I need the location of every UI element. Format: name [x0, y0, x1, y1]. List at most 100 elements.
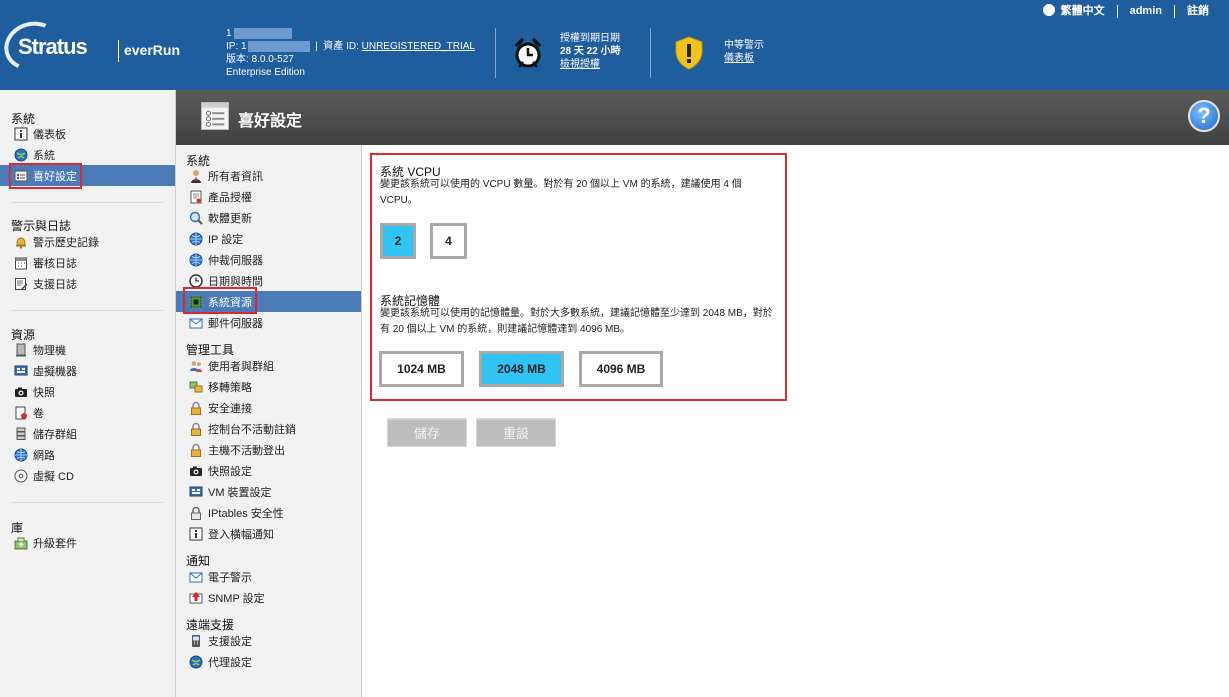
- license-title: 授權到期日期: [560, 33, 620, 44]
- page-title: 喜好設定: [238, 113, 303, 130]
- vm-icon: [14, 365, 28, 375]
- memory-option-4096[interactable]: 4096 MB: [579, 351, 663, 387]
- subnav-item-owner-info[interactable]: 所有者資訊: [176, 165, 361, 186]
- language-selector[interactable]: 繁體中文: [1042, 3, 1117, 18]
- camera-icon: [15, 387, 27, 397]
- vm-device-icon: [189, 486, 203, 496]
- subnav-item-date-time[interactable]: 日期與時間: [176, 270, 361, 291]
- sidebar-item-storage-groups[interactable]: 儲存群組: [0, 423, 175, 444]
- email-alert-icon: [189, 572, 203, 582]
- owner-icon: [191, 169, 201, 183]
- subnav-item-mail-server[interactable]: 郵件伺服器: [176, 312, 361, 333]
- log-edit-icon: [15, 277, 28, 290]
- upgrade-kit-icon: [14, 537, 28, 549]
- sidebar-item-volumes[interactable]: 卷: [0, 402, 175, 423]
- vcpu-description: 變更該系統可以使用的 VCPU 數量。對於有 20 個以上 VM 的系統，建議使…: [380, 179, 742, 206]
- subnav-item-quorum-servers[interactable]: 仲裁伺服器: [176, 249, 361, 270]
- mail-icon: [189, 318, 203, 328]
- edition-text: Enterprise Edition: [226, 67, 305, 78]
- sidebar-item-upgrade-kits[interactable]: 升級套件: [0, 532, 175, 553]
- memory-option-1024[interactable]: 1024 MB: [379, 351, 464, 387]
- alarm-clock-icon: [515, 38, 541, 68]
- clock-icon: [189, 273, 203, 288]
- license-remaining: 28 天 22 小時: [560, 46, 621, 57]
- main-sidebar: 系統 儀表板 系統 喜好設定 警示與日誌 警示歷史記錄 審核日誌 支援日誌 資源: [0, 90, 176, 697]
- subnav-item-users-groups[interactable]: 使用者與群組: [176, 355, 361, 376]
- lock-icon: [191, 443, 201, 457]
- preferences-icon: [14, 170, 28, 181]
- ip-address: IP: 1: [226, 41, 247, 52]
- vcpu-option-4[interactable]: 4: [430, 223, 467, 259]
- info-icon: [14, 127, 28, 140]
- reset-button[interactable]: 重設: [476, 418, 556, 447]
- calendar-icon: [15, 257, 27, 269]
- subnav-item-snmp-settings[interactable]: SNMP 設定: [176, 587, 361, 608]
- network-globe-icon: [14, 448, 28, 461]
- subnav-item-snapshot-settings[interactable]: 快照設定: [176, 460, 361, 481]
- memory-option-2048[interactable]: 2048 MB: [479, 351, 564, 387]
- sidebar-item-virtual-cd[interactable]: 虛擬 CD: [0, 465, 175, 486]
- app-window: Stratus everRun 1 IP: 1 | 資產 ID: UNREGIS…: [0, 0, 1229, 697]
- sidebar-item-audit-log[interactable]: 審核日誌: [0, 252, 175, 273]
- bell-icon: [16, 236, 26, 249]
- volume-icon: [15, 406, 27, 419]
- view-license-link[interactable]: 檢視授權: [560, 59, 600, 70]
- subnav-item-login-banner[interactable]: 登入橫幅通知: [176, 523, 361, 544]
- migration-icon: [189, 381, 203, 392]
- sidebar-item-physical-machines[interactable]: 物理機: [0, 339, 175, 360]
- users-icon: [190, 360, 202, 372]
- ip-globe-icon: [189, 232, 203, 245]
- vcpu-option-2[interactable]: 2: [380, 223, 416, 259]
- sidebar-item-snapshots[interactable]: 快照: [0, 381, 175, 402]
- software-update-icon: [189, 211, 203, 225]
- subnav-item-host-inactivity[interactable]: 主機不活動登出: [176, 439, 361, 460]
- subnav-item-secure-connection[interactable]: 安全連接: [176, 397, 361, 418]
- storage-icon: [16, 427, 26, 440]
- logo-brand: Stratus: [18, 34, 88, 59]
- proxy-globe-icon: [189, 655, 203, 668]
- lock-icon: [191, 401, 201, 415]
- warning-shield-icon: [675, 36, 703, 70]
- sidebar-item-alert-history[interactable]: 警示歷史記錄: [0, 231, 175, 252]
- lock-icon: [191, 422, 201, 436]
- system-resources-panel: 系統 VCPU 變更該系統可以使用的 VCPU 數量。對於有 20 個以上 VM…: [370, 153, 787, 401]
- subnav-item-migration-policy[interactable]: 移轉策略: [176, 376, 361, 397]
- quorum-globe-icon: [189, 253, 203, 266]
- subnav-item-email-alerts[interactable]: 電子警示: [176, 566, 361, 587]
- save-button[interactable]: 儲存: [387, 418, 467, 447]
- user-menu[interactable]: admin: [1116, 4, 1174, 18]
- globe-icon: [14, 148, 28, 161]
- redacted-name: [233, 27, 292, 39]
- subnav-item-proxy-settings[interactable]: 代理設定: [176, 651, 361, 672]
- subnav-item-system-resources[interactable]: 系統資源: [176, 291, 361, 312]
- logo-product: everRun: [124, 42, 181, 58]
- preferences-page-icon: [201, 102, 229, 130]
- version-text: 版本: 8.0.0-527: [226, 54, 294, 65]
- system-name: 1: [226, 28, 232, 39]
- server-icon: [16, 343, 26, 356]
- subnav-item-ip-settings[interactable]: IP 設定: [176, 228, 361, 249]
- alert-info: 中等警示 儀表板: [724, 39, 764, 65]
- subnav-item-product-license[interactable]: 產品授權: [176, 186, 361, 207]
- sidebar-item-dashboard[interactable]: 儀表板: [0, 123, 175, 144]
- subnav-item-vm-device-settings[interactable]: VM 裝置設定: [176, 481, 361, 502]
- phone-icon: [192, 634, 200, 647]
- top-header: Stratus everRun 1 IP: 1 | 資產 ID: UNREGIS…: [0, 0, 1229, 90]
- sidebar-item-virtual-machines[interactable]: 虛擬機器: [0, 360, 175, 381]
- stratus-logo[interactable]: Stratus everRun: [0, 14, 180, 78]
- help-icon[interactable]: ?: [1188, 100, 1220, 132]
- alert-title: 中等警示: [724, 40, 764, 51]
- camera-icon: [190, 466, 202, 476]
- sidebar-item-networks[interactable]: 網路: [0, 444, 175, 465]
- sidebar-item-system[interactable]: 系統: [0, 144, 175, 165]
- subnav-item-console-inactivity[interactable]: 控制台不活動註銷: [176, 418, 361, 439]
- logout-link[interactable]: 註銷: [1174, 4, 1221, 18]
- subnav-item-iptables[interactable]: IPtables 安全性: [176, 502, 361, 523]
- sidebar-item-preferences[interactable]: 喜好設定: [0, 165, 175, 186]
- sidebar-item-support-log[interactable]: 支援日誌: [0, 273, 175, 294]
- subnav-item-software-update[interactable]: 軟體更新: [176, 207, 361, 228]
- dashboard-link[interactable]: 儀表板: [724, 53, 754, 64]
- asset-id-link[interactable]: UNREGISTERED_TRIAL: [362, 41, 475, 52]
- subnav-item-support-settings[interactable]: 支援設定: [176, 630, 361, 651]
- preferences-subnav: 系統 所有者資訊 產品授權 軟體更新 IP 設定 仲裁伺服器 日期與時間 系統資…: [176, 145, 362, 697]
